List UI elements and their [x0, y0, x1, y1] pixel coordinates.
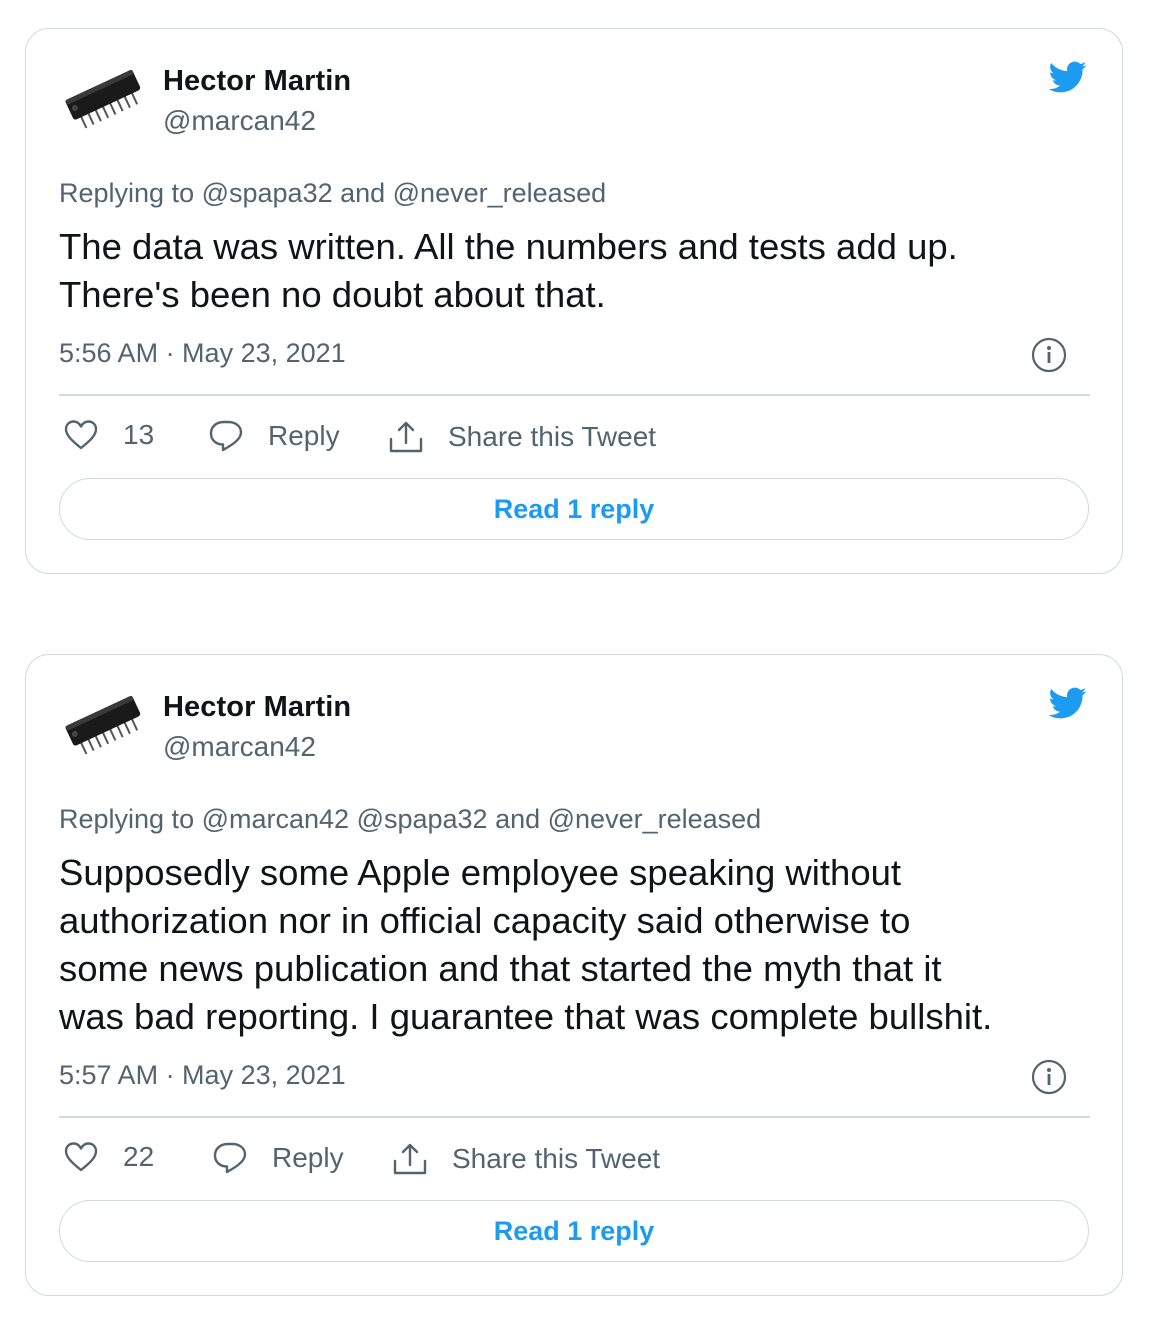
- replying-prefix: Replying to: [59, 804, 202, 834]
- read-replies-button[interactable]: Read 1 reply: [59, 478, 1089, 540]
- replying-to-mentions[interactable]: @spapa32 and @never_released: [202, 178, 607, 208]
- author-name[interactable]: Hector Martin: [163, 691, 351, 724]
- like-count: 22: [123, 1141, 155, 1172]
- share-upload-icon: [393, 1143, 427, 1175]
- author-handle[interactable]: @marcan42: [163, 731, 316, 763]
- heart-icon: [64, 420, 98, 450]
- share-button[interactable]: Share this Tweet: [388, 419, 656, 455]
- tweet-card: Hector Martin @marcan42 Replying to @mar…: [25, 654, 1123, 1296]
- like-button[interactable]: 22: [63, 1141, 154, 1173]
- share-upload-icon: [389, 421, 423, 453]
- divider: [59, 394, 1090, 396]
- speech-bubble-icon: [209, 420, 243, 452]
- tweet-text: The data was written. All the numbers an…: [59, 223, 1089, 319]
- share-label: Share this Tweet: [452, 1143, 661, 1174]
- author-name[interactable]: Hector Martin: [163, 65, 351, 98]
- twitter-bird-icon[interactable]: [1043, 57, 1091, 97]
- info-icon[interactable]: [1031, 1059, 1067, 1095]
- tweet-text-line: was bad reporting. I guarantee that was …: [59, 996, 993, 1037]
- chip-avatar-icon[interactable]: [58, 683, 154, 767]
- tweet-text: Supposedly some Apple employee speaking …: [59, 849, 1089, 1041]
- speech-bubble-icon: [213, 1142, 247, 1174]
- tweet-timestamp[interactable]: 5:57 AM · May 23, 2021: [59, 1060, 346, 1091]
- author-handle[interactable]: @marcan42: [163, 105, 316, 137]
- replying-to-line: Replying to @spapa32 and @never_released: [59, 178, 606, 209]
- read-replies-button[interactable]: Read 1 reply: [59, 1200, 1089, 1262]
- reply-button[interactable]: Reply: [208, 419, 340, 453]
- replying-to-mentions[interactable]: @marcan42 @spapa32 and @never_released: [202, 804, 762, 834]
- tweet-card: Hector Martin @marcan42 Replying to @spa…: [25, 28, 1123, 574]
- tweet-text-line: authorization nor in official capacity s…: [59, 900, 911, 941]
- tweet-text-line: some news publication and that started t…: [59, 948, 942, 989]
- heart-icon: [64, 1142, 98, 1172]
- reply-label: Reply: [272, 1142, 344, 1173]
- tweet-timestamp[interactable]: 5:56 AM · May 23, 2021: [59, 338, 346, 369]
- divider: [59, 1116, 1090, 1118]
- share-label: Share this Tweet: [448, 421, 657, 452]
- share-button[interactable]: Share this Tweet: [392, 1141, 660, 1177]
- reply-label: Reply: [268, 420, 340, 451]
- reply-button[interactable]: Reply: [212, 1141, 344, 1175]
- twitter-bird-icon[interactable]: [1043, 683, 1091, 723]
- replying-to-line: Replying to @marcan42 @spapa32 and @neve…: [59, 804, 761, 835]
- like-count: 13: [123, 419, 155, 450]
- chip-avatar-icon[interactable]: [58, 57, 154, 141]
- tweet-text-line: The data was written. All the numbers an…: [59, 226, 958, 267]
- tweet-text-line: Supposedly some Apple employee speaking …: [59, 852, 902, 893]
- like-button[interactable]: 13: [63, 419, 154, 451]
- tweet-text-line: There's been no doubt about that.: [59, 274, 606, 315]
- replying-prefix: Replying to: [59, 178, 202, 208]
- info-icon[interactable]: [1031, 337, 1067, 373]
